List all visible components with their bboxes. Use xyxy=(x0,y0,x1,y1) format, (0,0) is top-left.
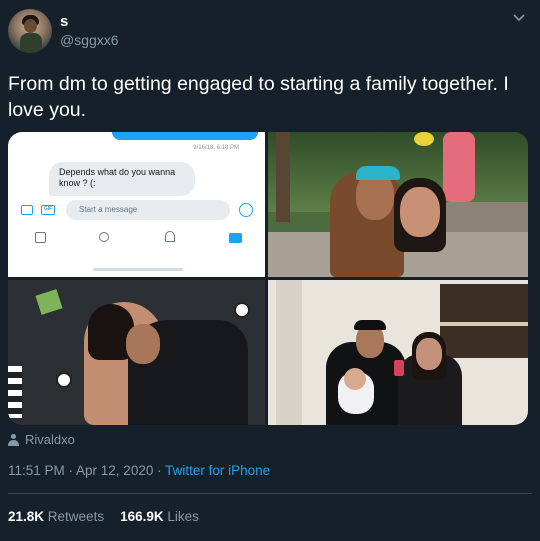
image-icon xyxy=(21,205,33,215)
sent-message-bubble xyxy=(112,132,258,140)
retweets-stat[interactable]: 21.8K Retweets xyxy=(8,509,104,524)
media-grid: 9/16/18, 6:18 PM Depends what do you wan… xyxy=(8,132,528,425)
tweet-meta: 11:51 PM · Apr 12, 2020 · Twitter for iP… xyxy=(8,463,270,478)
retweets-count: 21.8K xyxy=(8,509,45,524)
message-timestamp: 9/16/18, 6:18 PM xyxy=(193,145,239,151)
bell-icon xyxy=(165,231,175,242)
tweet: s @sggxx6 From dm to getting engaged to … xyxy=(0,0,540,541)
tagged-user-name: Rivaldxo xyxy=(25,432,75,447)
tweet-timestamp[interactable]: 11:51 PM · Apr 12, 2020 · xyxy=(8,463,165,478)
tweet-stats: 21.8K Retweets 166.9K Likes xyxy=(8,509,199,524)
mail-icon xyxy=(229,233,242,243)
media-photo-maternity[interactable] xyxy=(8,280,265,425)
home-icon xyxy=(35,232,46,243)
media-photo-engagement[interactable] xyxy=(268,132,528,277)
message-input: Start a message xyxy=(66,200,230,220)
tweet-source-link[interactable]: Twitter for iPhone xyxy=(165,463,270,478)
emoji-icon xyxy=(239,203,253,217)
tagged-user[interactable]: Rivaldxo xyxy=(8,432,75,447)
retweets-label: Retweets xyxy=(47,509,105,524)
home-indicator xyxy=(93,268,183,271)
search-icon xyxy=(99,232,109,242)
display-name[interactable]: s xyxy=(60,13,68,30)
media-photo-dm-screenshot[interactable]: 9/16/18, 6:18 PM Depends what do you wan… xyxy=(8,132,265,277)
username[interactable]: @sggxx6 xyxy=(60,32,119,48)
gif-icon: GIF xyxy=(41,205,55,215)
received-message-bubble: Depends what do you wanna know ? (: xyxy=(49,162,195,196)
likes-stat[interactable]: 166.9K Likes xyxy=(120,509,199,524)
likes-label: Likes xyxy=(167,509,199,524)
divider xyxy=(8,493,532,494)
person-icon xyxy=(8,433,19,446)
media-photo-family[interactable] xyxy=(268,280,528,425)
chevron-down-icon[interactable] xyxy=(512,12,526,24)
likes-count: 166.9K xyxy=(120,509,164,524)
avatar[interactable] xyxy=(8,9,52,53)
tweet-text: From dm to getting engaged to starting a… xyxy=(8,73,509,121)
